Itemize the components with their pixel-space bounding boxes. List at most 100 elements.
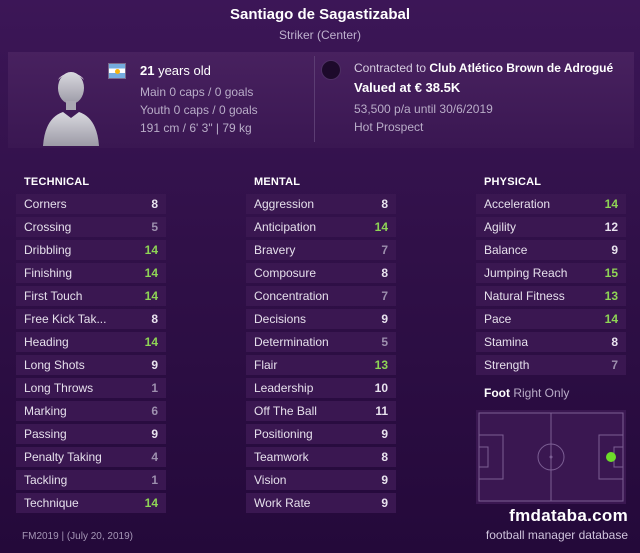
physical-attributes: PHYSICAL Acceleration 14 Agility 12 Balance 9… [476,176,626,378]
attribute-label: Agility [484,220,517,234]
attribute-value: 9 [381,427,388,441]
mental-attribute-row: Anticipation 14 [246,217,396,237]
mental-attributes: MENTAL Aggression 8 Anticipation 14 Bravery 7… [246,176,396,516]
player-age: 21 years old [140,63,211,78]
attribute-value: 4 [151,450,158,464]
attribute-value: 5 [151,220,158,234]
position-pitch-diagram [476,410,626,504]
attribute-value: 14 [604,312,618,326]
technical-attribute-row: Heading 14 [16,332,166,352]
attribute-label: Free Kick Tak... [24,312,107,326]
youth-caps: Youth 0 caps / 0 goals [140,103,258,117]
player-profile-page: Santiago de Sagastizabal Striker (Center… [0,0,640,553]
technical-attribute-row: Tackling 1 [16,470,166,490]
attribute-label: Stamina [484,335,529,349]
attribute-label: Leadership [254,381,314,395]
site-brand[interactable]: fmdataba.com [509,506,628,526]
attribute-label: Dribbling [24,243,72,257]
mental-attribute-row: Decisions 9 [246,309,396,329]
attribute-value: 9 [381,473,388,487]
attribute-value: 8 [381,266,388,280]
attribute-label: Tackling [24,473,68,487]
attribute-label: Positioning [254,427,313,441]
attribute-label: Long Shots [24,358,85,372]
game-version: FM2019 | (July 20, 2019) [22,531,133,542]
mental-attribute-row: Bravery 7 [246,240,396,260]
mental-attribute-row: Determination 5 [246,332,396,352]
physical-attribute-row: Acceleration 14 [476,194,626,214]
attribute-label: Finishing [24,266,73,280]
technical-attribute-row: Free Kick Tak... 8 [16,309,166,329]
attribute-value: 7 [381,289,388,303]
physical-attribute-row: Jumping Reach 15 [476,263,626,283]
attribute-value: 14 [374,220,388,234]
mental-attribute-row: Composure 8 [246,263,396,283]
attribute-value: 14 [144,289,158,303]
player-physique: 191 cm / 6' 3" | 79 kg [140,121,252,135]
physical-attribute-row: Natural Fitness 13 [476,286,626,306]
attribute-label: Anticipation [254,220,317,234]
attribute-label: Balance [484,243,528,257]
mental-attribute-row: Leadership 10 [246,378,396,398]
mental-attribute-row: Work Rate 9 [246,493,396,513]
attribute-value: 8 [151,312,158,326]
attribute-value: 12 [604,220,618,234]
attribute-value: 1 [151,381,158,395]
mental-attribute-row: Off The Ball 11 [246,401,396,421]
physical-heading: PHYSICAL [484,176,542,188]
attribute-value: 14 [144,496,158,510]
mental-attribute-row: Positioning 9 [246,424,396,444]
player-wage: 53,500 p/a until 30/6/2019 [354,102,493,116]
contract-info: Contracted to Club Atlético Brown de Adr… [354,61,614,75]
attribute-value: 9 [151,358,158,372]
attribute-label: Jumping Reach [484,266,568,280]
physical-attribute-row: Agility 12 [476,217,626,237]
info-divider [314,56,315,142]
attribute-value: 9 [381,312,388,326]
physical-attribute-row: Pace 14 [476,309,626,329]
site-tagline: football manager database [485,528,628,542]
club-name-link[interactable]: Club Atlético Brown de Adrogué [429,61,613,75]
technical-attribute-row: Technique 14 [16,493,166,513]
attribute-label: Pace [484,312,512,326]
attribute-label: Natural Fitness [484,289,565,303]
attribute-label: Aggression [254,197,315,211]
technical-attribute-row: Crossing 5 [16,217,166,237]
attribute-value: 8 [381,450,388,464]
attribute-value: 7 [381,243,388,257]
attribute-label: Composure [254,266,317,280]
technical-attributes: TECHNICAL Corners 8 Crossing 5 Dribbling 14 Fi… [16,176,166,516]
player-avatar-icon [43,72,99,146]
player-header: Santiago de Sagastizabal Striker (Center… [0,0,640,46]
physical-attribute-row: Stamina 8 [476,332,626,352]
attribute-label: Passing [24,427,67,441]
attribute-value: 7 [611,358,618,372]
physical-attribute-row: Balance 9 [476,240,626,260]
player-info-bar: 21 years old Main 0 caps / 0 goals Youth… [8,52,634,148]
attribute-value: 8 [381,197,388,211]
attribute-label: Marking [24,404,67,418]
attribute-label: Penalty Taking [24,450,102,464]
attribute-label: Acceleration [484,197,551,211]
attribute-value: 10 [374,381,388,395]
attribute-value: 8 [611,335,618,349]
attribute-value: 14 [144,266,158,280]
player-value: Valued at € 38.5K [354,80,461,95]
technical-attribute-row: First Touch 14 [16,286,166,306]
attribute-label: Long Throws [24,381,94,395]
attribute-label: First Touch [24,289,83,303]
technical-heading: TECHNICAL [24,176,90,188]
nationality-flag-icon [108,63,126,79]
attribute-label: Decisions [254,312,307,326]
attribute-label: Corners [24,197,67,211]
main-caps: Main 0 caps / 0 goals [140,85,254,99]
attribute-value: 9 [381,496,388,510]
attribute-value: 1 [151,473,158,487]
attribute-label: Teamwork [254,450,309,464]
attribute-value: 6 [151,404,158,418]
attribute-label: Strength [484,358,530,372]
technical-attribute-row: Passing 9 [16,424,166,444]
mental-attribute-row: Teamwork 8 [246,447,396,467]
attribute-value: 14 [604,197,618,211]
attribute-label: Bravery [254,243,296,257]
